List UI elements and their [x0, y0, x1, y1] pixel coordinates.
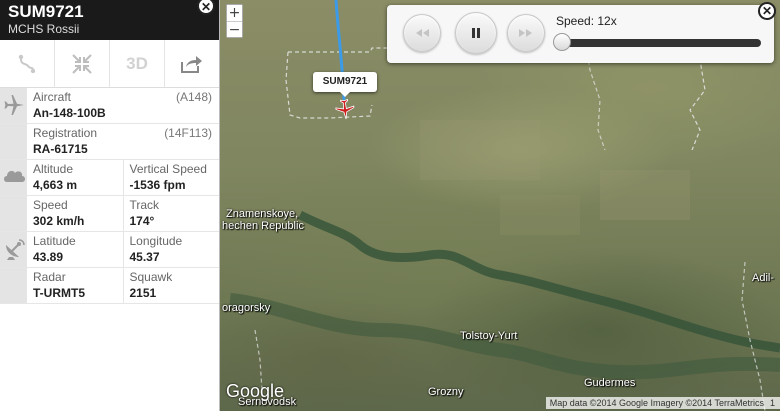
map-label-gudermes: Gudermes [584, 377, 636, 389]
flight-info-panel: SUM9721 MCHS Rossii ✕ 3D Aircraft An-148… [0, 0, 220, 411]
registration-row: Registration RA-61715 (14F113) [0, 124, 219, 160]
position-row: Latitude 43.89 Longitude 45.37 [0, 232, 219, 268]
altitude-cell: Altitude 4,663 m [27, 160, 123, 195]
rewind-button[interactable] [403, 14, 441, 52]
aircraft-row: Aircraft An-148-100B (A148) [0, 88, 219, 124]
pause-button[interactable] [455, 12, 497, 54]
map-label-znamenskoye: Znamenskoye, [226, 208, 299, 220]
cloud-icon [3, 170, 25, 182]
map-label-adil: Adil- [752, 272, 775, 284]
radar-value: T-URMT5 [33, 286, 85, 300]
playback-control: Speed: 12x [387, 5, 774, 63]
registration-code: (14F113) [164, 126, 212, 140]
speed-cell: Speed 302 km/h [27, 196, 123, 231]
pause-icon [472, 28, 480, 38]
zoom-control: + − [226, 4, 243, 38]
map-scale: 1 [768, 397, 780, 409]
altitude-label: Altitude [33, 162, 74, 176]
zoom-out-button[interactable]: − [227, 21, 242, 38]
speed-value: 302 km/h [33, 214, 85, 228]
squawk-value: 2151 [129, 286, 157, 300]
radar-cell: Radar T-URMT5 [27, 268, 123, 303]
speed-row: Speed 302 km/h Track 174° [0, 196, 219, 232]
longitude-cell: Longitude 45.37 [122, 232, 220, 267]
panel-toolbar: 3D [0, 40, 219, 88]
aircraft-cell: Aircraft An-148-100B (A148) [27, 88, 219, 123]
airline-name: MCHS Rossii [8, 22, 80, 36]
flight-number: SUM9721 [8, 2, 84, 21]
latitude-label: Latitude [33, 234, 76, 248]
fast-forward-button[interactable] [507, 14, 545, 52]
panel-header: SUM9721 MCHS Rossii ✕ [0, 0, 219, 40]
speed-slider-track[interactable] [561, 39, 761, 47]
view-3d-button[interactable]: 3D [110, 40, 165, 87]
altitude-value: 4,663 m [33, 178, 78, 192]
radar-dish-icon [5, 239, 25, 260]
fast-forward-icon [519, 29, 532, 37]
map-label-chechen-republic: hechen Republic [222, 220, 304, 232]
vertical-speed-cell: Vertical Speed -1536 fpm [122, 160, 220, 195]
vertical-speed-value: -1536 fpm [129, 178, 186, 192]
track-cell: Track 174° [122, 196, 220, 231]
radar-row: Radar T-URMT5 Squawk 2151 [0, 268, 219, 304]
aircraft-icon[interactable] [334, 98, 356, 125]
airplane-icon [4, 95, 24, 115]
map-label-oragorsky: oragorsky [222, 302, 271, 314]
speed-label: Speed [33, 198, 68, 212]
aircraft-value: An-148-100B [33, 106, 106, 120]
latitude-cell: Latitude 43.89 [27, 232, 123, 267]
vertical-speed-label: Vertical Speed [129, 162, 207, 176]
map-attribution[interactable]: Map data ©2014 Google Imagery ©2014 Terr… [545, 397, 768, 409]
registration-value: RA-61715 [33, 142, 88, 156]
longitude-label: Longitude [129, 234, 183, 248]
close-playback-button[interactable]: ✕ [758, 2, 776, 20]
zoom-in-button[interactable]: + [227, 5, 242, 21]
registration-cell: Registration RA-61715 (14F113) [27, 124, 219, 159]
collapse-button[interactable] [55, 40, 110, 87]
rewind-icon [416, 29, 429, 37]
altitude-row: Altitude 4,663 m Vertical Speed -1536 fp… [0, 160, 219, 196]
close-panel-button[interactable]: ✕ [197, 0, 215, 15]
aircraft-code: (A148) [175, 90, 212, 104]
share-icon [181, 55, 202, 73]
view-3d-label: 3D [126, 53, 148, 73]
route-icon [18, 54, 36, 73]
squawk-cell: Squawk 2151 [122, 268, 220, 303]
playback-speed-label: Speed: 12x [556, 14, 617, 28]
track-label: Track [129, 198, 160, 212]
latitude-value: 43.89 [33, 250, 64, 264]
radar-label: Radar [33, 270, 66, 284]
share-button[interactable] [165, 40, 219, 87]
squawk-label: Squawk [129, 270, 173, 284]
map-label-tolstoy-yurt: Tolstoy-Yurt [460, 330, 518, 342]
speed-slider-thumb[interactable] [553, 33, 571, 51]
longitude-value: 45.37 [129, 250, 160, 264]
map-label-grozny: Grozny [428, 386, 464, 398]
track-value: 174° [129, 214, 155, 228]
collapse-icon [72, 53, 92, 74]
flight-callout[interactable]: SUM9721 [313, 72, 377, 97]
google-logo: Google [226, 381, 285, 401]
route-button[interactable] [0, 40, 55, 87]
